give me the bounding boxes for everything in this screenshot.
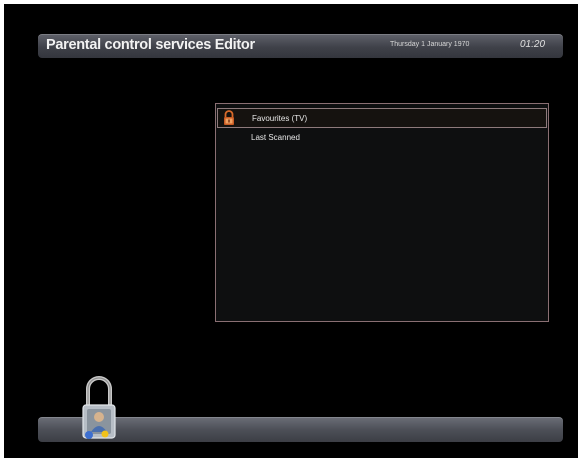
lock-icon [223,110,235,126]
header-bar: Parental control services Editor Thursda… [38,34,563,58]
page-title: Parental control services Editor [46,37,255,53]
tv-screen: Parental control services Editor Thursda… [4,4,578,458]
date-display: Thursday 1 January 1970 [390,41,470,48]
list-item-label: Last Scanned [251,133,300,142]
services-list-panel: Favourites (TV) Last Scanned [215,103,549,322]
list-item-favourites-tv[interactable]: Favourites (TV) [217,108,547,128]
list-item-last-scanned[interactable]: Last Scanned [217,128,547,148]
list-item-label: Favourites (TV) [252,114,308,123]
padlock-icon [79,372,119,442]
clock-display: 01:20 [520,39,546,50]
